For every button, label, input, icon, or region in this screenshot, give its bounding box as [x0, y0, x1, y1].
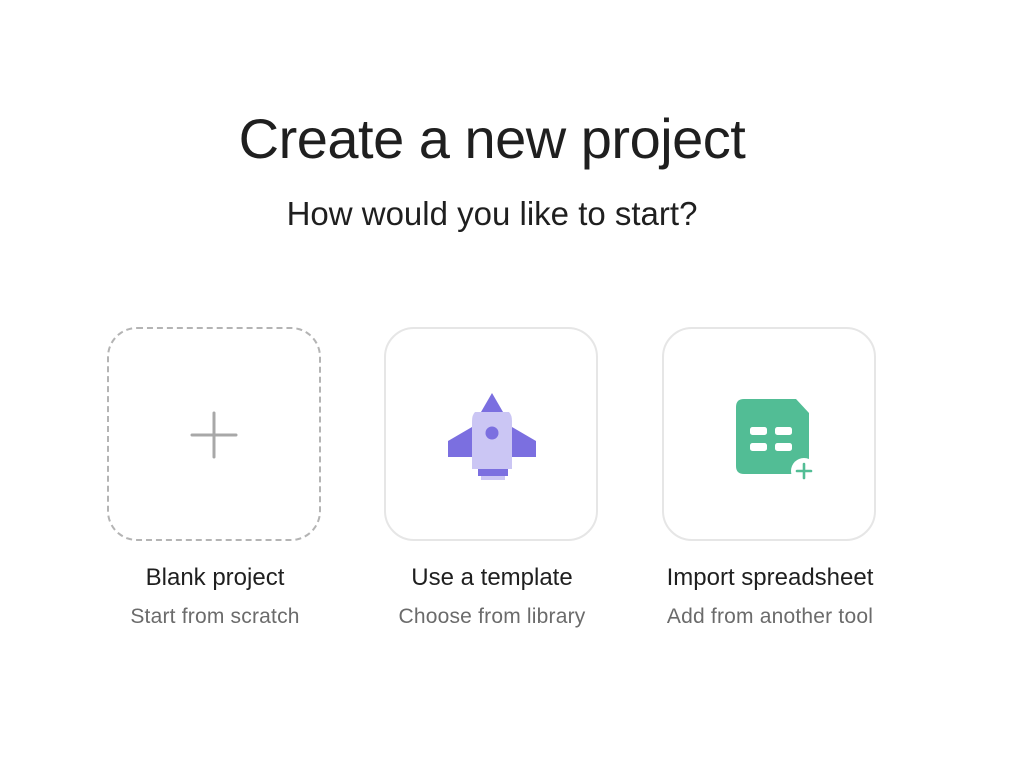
import-spreadsheet-tile[interactable] — [662, 327, 876, 541]
page-title: Create a new project — [238, 107, 746, 170]
page-subtitle: How would you like to start? — [286, 195, 698, 232]
blank-project-tile[interactable] — [107, 327, 321, 541]
option-description: Choose from library — [398, 605, 586, 628]
rocket-icon — [448, 393, 536, 480]
use-template-tile[interactable] — [384, 327, 598, 541]
spreadsheet-add-icon — [736, 399, 817, 484]
option-description: Start from scratch — [130, 605, 300, 628]
option-description: Add from another tool — [666, 605, 874, 628]
option-label: Import spreadsheet — [666, 564, 874, 591]
option-label: Use a template — [411, 564, 573, 591]
new-project-dialog: Create a new project How would you like … — [0, 0, 1012, 774]
plus-icon — [190, 411, 238, 459]
option-label: Blank project — [145, 564, 285, 591]
